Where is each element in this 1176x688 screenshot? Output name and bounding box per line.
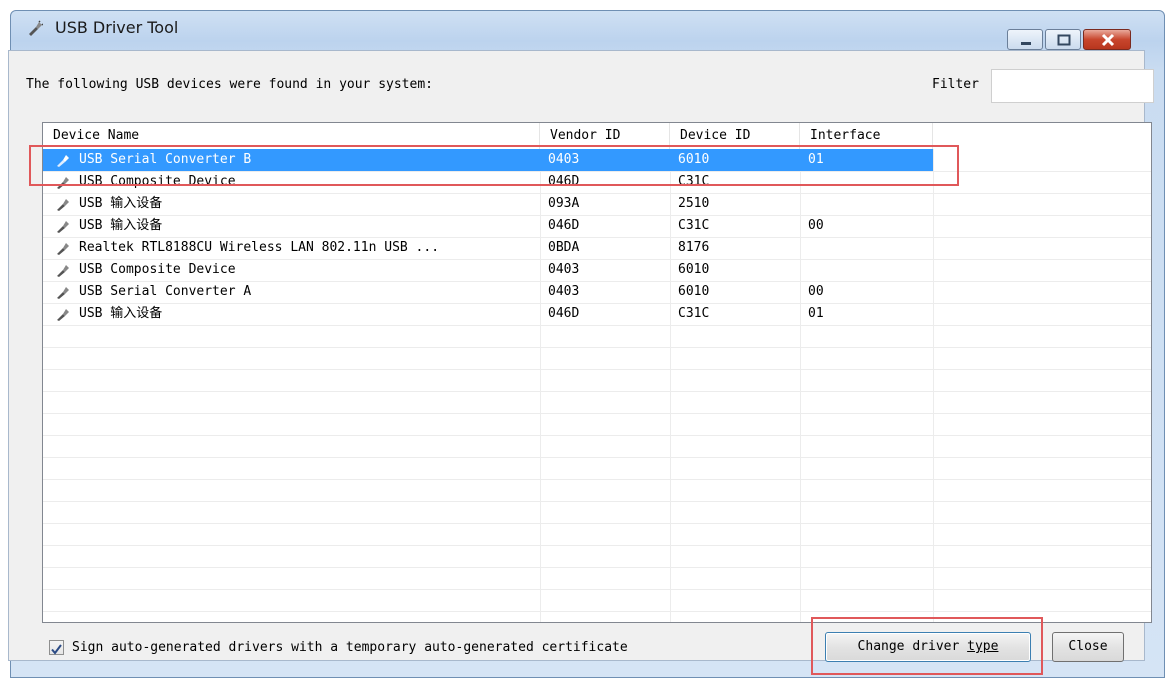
device-name-cell: USB Composite Device	[79, 262, 236, 277]
row-divider	[43, 567, 1151, 568]
window-title: USB Driver Tool	[55, 18, 179, 37]
device-id-cell: 6010	[678, 284, 710, 299]
table-row[interactable]: USB 输入设备 093A 2510	[43, 193, 933, 215]
row-divider	[43, 545, 1151, 546]
usb-plug-icon	[57, 287, 69, 299]
device-id-cell: C31C	[678, 306, 710, 321]
change-driver-highlight-box	[811, 617, 1043, 675]
row-divider	[43, 347, 1151, 348]
filter-label: Filter	[932, 77, 979, 92]
device-name-cell: USB 输入设备	[79, 218, 163, 233]
filter-input[interactable]	[991, 69, 1154, 103]
title-bar[interactable]: USB Driver Tool	[11, 11, 1164, 45]
usb-plug-icon	[57, 199, 69, 211]
device-id-cell: C31C	[678, 218, 710, 233]
row-divider	[43, 369, 1151, 370]
table-row[interactable]: USB Serial Converter A 0403 6010 00	[43, 281, 933, 303]
usb-plug-icon	[29, 20, 43, 36]
vendor-id-cell: 0403	[548, 284, 580, 299]
sign-drivers-checkbox[interactable]	[49, 640, 64, 655]
row-divider	[43, 457, 1151, 458]
row-divider	[43, 479, 1151, 480]
interface-cell: 00	[808, 218, 824, 233]
maximize-button[interactable]	[1045, 29, 1081, 50]
device-id-cell: 8176	[678, 240, 710, 255]
minimize-button[interactable]	[1007, 29, 1043, 50]
device-name-cell: Realtek RTL8188CU Wireless LAN 802.11n U…	[79, 240, 440, 255]
vendor-id-cell: 0BDA	[548, 240, 580, 255]
row-divider	[43, 435, 1151, 436]
table-row[interactable]: USB 输入设备 046D C31C 00	[43, 215, 933, 237]
close-window-button[interactable]	[1083, 29, 1131, 50]
row-divider	[43, 611, 1151, 612]
vendor-id-cell: 0403	[548, 262, 580, 277]
devices-found-label: The following USB devices were found in …	[26, 77, 433, 92]
device-name-cell: USB 输入设备	[79, 306, 163, 321]
minimize-icon	[1021, 42, 1031, 45]
maximize-icon	[1057, 34, 1071, 46]
sign-drivers-label: Sign auto-generated drivers with a tempo…	[72, 640, 628, 655]
close-icon	[1101, 33, 1115, 47]
row-divider	[43, 325, 1151, 326]
usb-plug-icon	[57, 221, 69, 233]
row-divider	[43, 523, 1151, 524]
vendor-id-cell: 046D	[548, 306, 580, 321]
vendor-id-cell: 046D	[548, 218, 580, 233]
device-name-cell: USB Serial Converter A	[79, 284, 252, 299]
close-button[interactable]: Close	[1052, 632, 1124, 662]
table-row[interactable]: USB Composite Device 0403 6010	[43, 259, 933, 281]
row-divider	[43, 391, 1151, 392]
interface-cell: 00	[808, 284, 824, 299]
row-divider	[43, 589, 1151, 590]
column-divider	[933, 149, 934, 622]
row-divider	[43, 501, 1151, 502]
usb-plug-icon	[57, 265, 69, 277]
usb-plug-icon	[57, 309, 69, 321]
device-id-cell: 6010	[678, 262, 710, 277]
vendor-id-cell: 093A	[548, 196, 580, 211]
selected-row-highlight-box	[29, 145, 959, 186]
device-id-cell: 2510	[678, 196, 710, 211]
device-list[interactable]: Device Name Vendor ID Device ID Interfac…	[42, 122, 1152, 623]
checkmark-icon	[51, 644, 62, 655]
interface-cell: 01	[808, 306, 824, 321]
table-row[interactable]: USB 输入设备 046D C31C 01	[43, 303, 933, 325]
device-name-cell: USB 输入设备	[79, 196, 163, 211]
usb-plug-icon	[57, 243, 69, 255]
row-divider	[43, 413, 1151, 414]
table-row[interactable]: Realtek RTL8188CU Wireless LAN 802.11n U…	[43, 237, 933, 259]
